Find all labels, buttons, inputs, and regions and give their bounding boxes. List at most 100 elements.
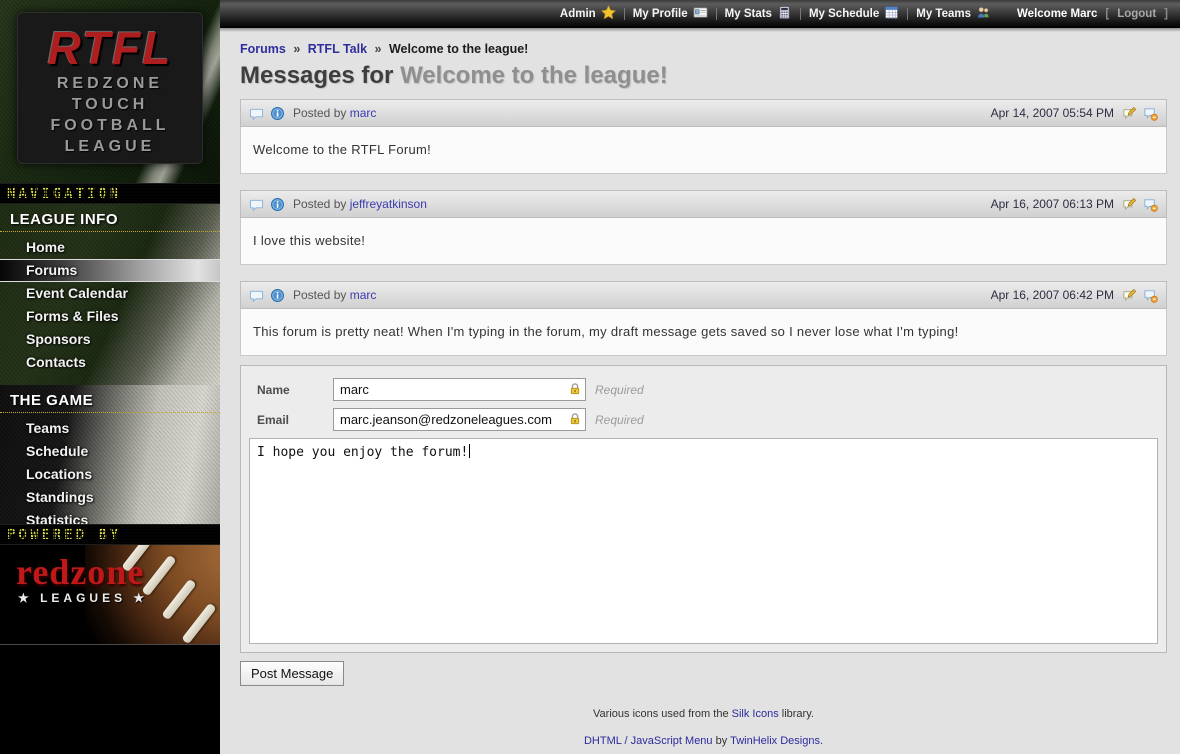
topbar-my-teams-link[interactable]: My Teams [916, 5, 991, 23]
welcome-text: Welcome Marc [1017, 8, 1097, 20]
message-header: Posted by marc Apr 14, 2007 05:54 PM [240, 99, 1167, 127]
breadcrumb-rtfl-talk-link[interactable]: RTFL Talk [308, 42, 367, 56]
edit-comment-icon[interactable] [1122, 106, 1137, 121]
logout-bracket: ] [1164, 8, 1168, 20]
logout-link[interactable]: Logout [1117, 8, 1156, 20]
nav-section-title: THE GAME [0, 385, 220, 413]
sidebar-header: RTFL REDZONE TOUCH FOOTBALL LEAGUE [0, 0, 220, 183]
content: Forums » RTFL Talk » Welcome to the leag… [220, 32, 1180, 754]
message-post: Posted by jeffreyatkinson Apr 16, 2007 0… [240, 190, 1167, 265]
delete-comment-icon[interactable] [1143, 288, 1158, 303]
twinhelix-link[interactable]: TwinHelix Designs. [730, 735, 823, 747]
silk-icons-link[interactable]: Silk Icons [732, 708, 779, 720]
posted-by: Posted by marc [293, 288, 376, 302]
name-input[interactable] [333, 378, 586, 401]
footer: Various icons used from the Silk Icons l… [240, 708, 1167, 747]
sidebar-item-standings[interactable]: Standings [0, 486, 220, 509]
leagues-wordmark: ★ LEAGUES ★ [0, 591, 220, 605]
topbar: Admin My Profile My Stats My Schedule My… [220, 0, 1180, 28]
topbar-my-profile-label: My Profile [633, 8, 688, 20]
message-post: Posted by marc Apr 16, 2007 06:42 PM Thi… [240, 281, 1167, 356]
message-header: Posted by marc Apr 16, 2007 06:42 PM [240, 281, 1167, 309]
breadcrumb-forums-link[interactable]: Forums [240, 42, 286, 56]
sidebar: RTFL REDZONE TOUCH FOOTBALL LEAGUE NAVIG… [0, 0, 220, 754]
edit-comment-icon[interactable] [1122, 197, 1137, 212]
topbar-my-teams-label: My Teams [916, 8, 971, 20]
topbar-divider [624, 8, 625, 20]
topbar-divider [800, 8, 801, 20]
posted-by: Posted by marc [293, 106, 376, 120]
topbar-admin-link[interactable]: Admin [560, 5, 616, 23]
comment-icon [249, 106, 264, 121]
edit-comment-icon[interactable] [1122, 288, 1137, 303]
message-date: Apr 16, 2007 06:13 PM [991, 197, 1114, 211]
nav-section-the-game: THE GAME Teams Schedule Locations Standi… [0, 385, 220, 524]
required-note: Required [595, 408, 644, 427]
lock-icon [568, 382, 582, 396]
footer-text: Various icons used from the [593, 708, 729, 720]
group-icon [976, 5, 991, 23]
info-icon[interactable] [270, 288, 285, 303]
led-grid-overlay [0, 525, 220, 544]
powered-by-banner: POWERED BY [0, 524, 220, 545]
text-caret [469, 444, 470, 458]
dhtml-menu-link[interactable]: DHTML / JavaScript Menu [584, 735, 713, 747]
required-note: Required [595, 378, 644, 397]
sidebar-item-sponsors[interactable]: Sponsors [0, 328, 220, 351]
message-date: Apr 16, 2007 06:42 PM [991, 288, 1114, 302]
email-input[interactable] [333, 408, 586, 431]
sidebar-item-event-calendar[interactable]: Event Calendar [0, 282, 220, 305]
message-body: Welcome to the RTFL Forum! [240, 127, 1167, 174]
footer-line-icons: Various icons used from the Silk Icons l… [240, 708, 1167, 720]
delete-comment-icon[interactable] [1143, 197, 1158, 212]
posted-by: Posted by jeffreyatkinson [293, 197, 427, 211]
topbar-my-stats-label: My Stats [725, 8, 772, 20]
redzone-leagues-logo[interactable]: redzone ★ LEAGUES ★ [0, 545, 220, 645]
page-title: Messages for Welcome to the league! [240, 61, 1167, 90]
post-form: Name Required Email Required I hope you [240, 365, 1167, 653]
author-link[interactable]: marc [350, 288, 377, 302]
info-icon[interactable] [270, 106, 285, 121]
sidebar-item-home[interactable]: Home [0, 236, 220, 259]
topbar-my-profile-link[interactable]: My Profile [633, 5, 708, 23]
info-icon[interactable] [270, 197, 285, 212]
breadcrumb-current: Welcome to the league! [389, 42, 528, 56]
breadcrumb: Forums » RTFL Talk » Welcome to the leag… [240, 42, 1167, 56]
delete-comment-icon[interactable] [1143, 106, 1158, 121]
redzone-wordmark: redzone [0, 545, 220, 591]
posted-by-label: Posted by [293, 106, 346, 120]
breadcrumb-separator: » [375, 42, 382, 56]
topbar-my-schedule-link[interactable]: My Schedule [809, 5, 899, 23]
footer-line-menu: DHTML / JavaScript Menu by TwinHelix Des… [240, 735, 1167, 747]
vcard-icon [693, 5, 708, 23]
sidebar-item-schedule[interactable]: Schedule [0, 440, 220, 463]
logo-line: REDZONE [18, 73, 202, 94]
message-body: This forum is pretty neat! When I'm typi… [240, 309, 1167, 356]
sidebar-filler [0, 645, 220, 754]
sidebar-item-locations[interactable]: Locations [0, 463, 220, 486]
page: RTFL REDZONE TOUCH FOOTBALL LEAGUE NAVIG… [0, 0, 1180, 754]
email-row: Email Required [249, 408, 1158, 431]
draft-text: I hope you enjoy the forum! [257, 445, 468, 460]
nav-section-league-info: LEAGUE INFO Home Forums Event Calendar F… [0, 204, 220, 385]
author-link[interactable]: jeffreyatkinson [350, 197, 427, 211]
sidebar-item-contacts[interactable]: Contacts [0, 351, 220, 374]
sidebar-item-teams[interactable]: Teams [0, 417, 220, 440]
topbar-my-stats-link[interactable]: My Stats [725, 5, 792, 23]
name-label: Name [257, 378, 333, 397]
message-textarea[interactable]: I hope you enjoy the forum! [249, 438, 1158, 644]
star-icon [601, 5, 616, 23]
comment-icon [249, 288, 264, 303]
navigation-banner: NAVIGATION [0, 183, 220, 204]
posted-by-label: Posted by [293, 197, 346, 211]
author-link[interactable]: marc [350, 106, 377, 120]
sidebar-item-forms-files[interactable]: Forms & Files [0, 305, 220, 328]
main-area: Admin My Profile My Stats My Schedule My… [220, 0, 1180, 754]
league-logo[interactable]: RTFL REDZONE TOUCH FOOTBALL LEAGUE [17, 12, 203, 164]
logout-bracket: [ [1105, 8, 1109, 20]
topbar-admin-label: Admin [560, 8, 596, 20]
page-title-prefix: Messages for [240, 62, 393, 89]
sidebar-item-forums[interactable]: Forums [0, 259, 220, 282]
post-message-button[interactable]: Post Message [240, 661, 344, 686]
email-field-wrap [333, 408, 586, 431]
